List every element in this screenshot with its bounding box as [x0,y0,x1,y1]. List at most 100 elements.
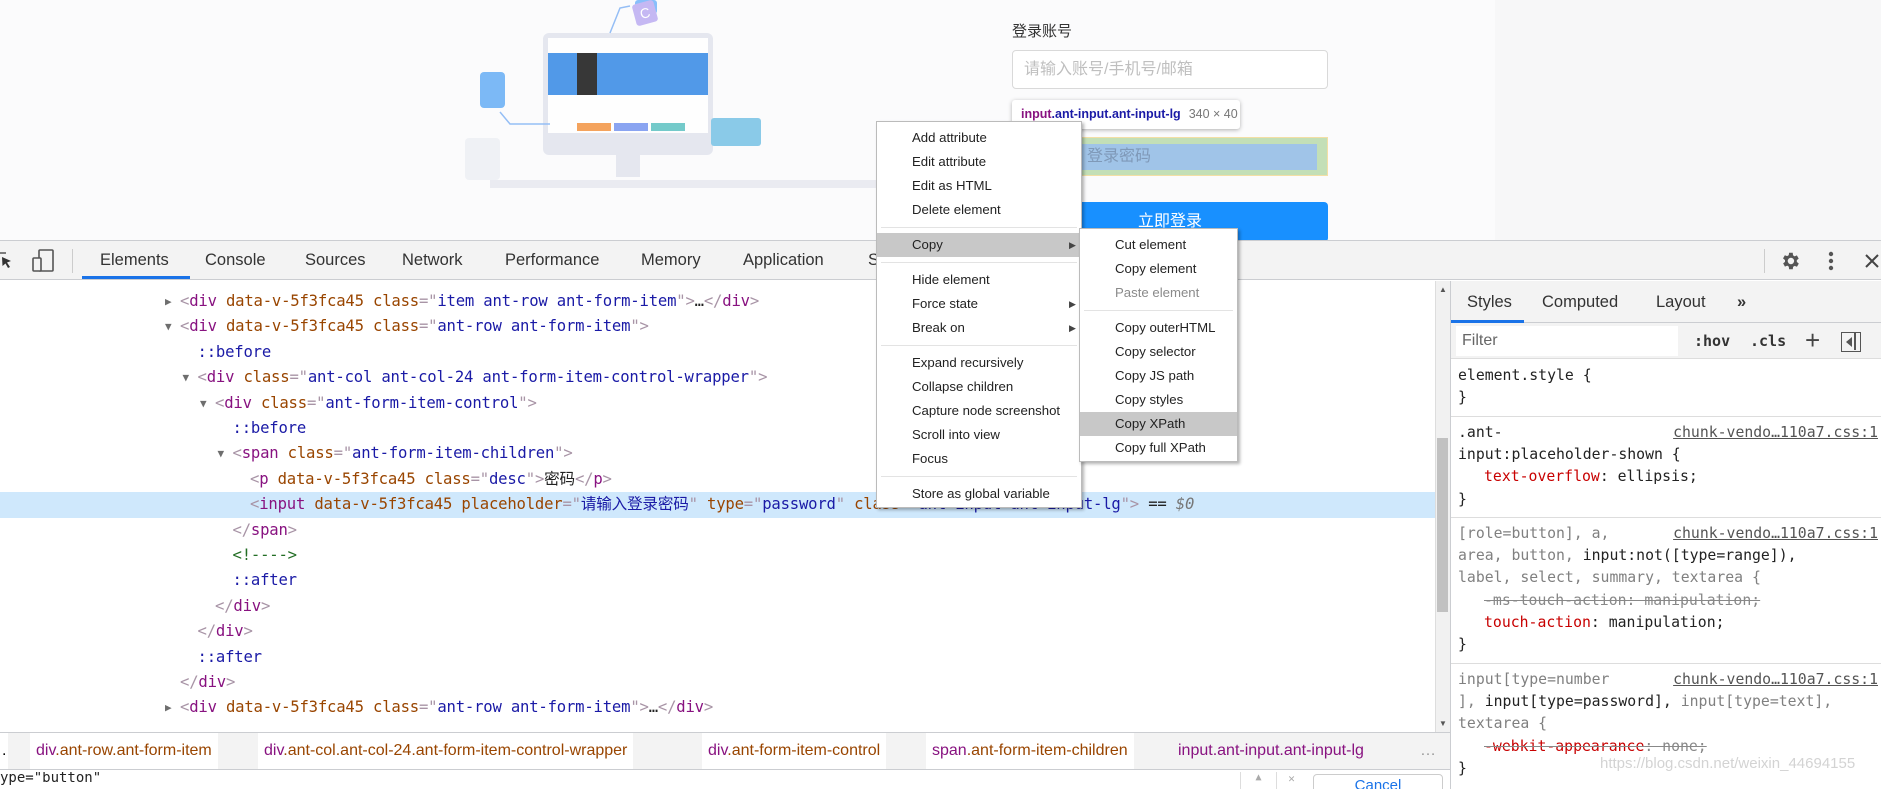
expand-triangle-down-icon[interactable]: ▼ [165,314,172,339]
style-declaration[interactable]: touch-action: manipulation; [1484,612,1881,634]
settings-gear-icon[interactable] [1779,250,1801,272]
scroll-down-arrow-icon[interactable]: ▼ [1439,719,1447,728]
search-cancel-button[interactable]: Cancel [1313,774,1443,789]
menu-item-delete-element[interactable]: Delete element [877,198,1081,222]
search-clear-icon[interactable]: ✕ [1276,772,1306,789]
menu-item-label: Hide element [912,272,990,287]
menu-item-add-attribute[interactable]: Add attribute [877,126,1081,150]
menu-item-label: Force state [912,296,978,311]
new-style-rule-icon[interactable]: + [1805,325,1820,355]
tab-sources[interactable]: Sources [305,241,366,280]
menu-item-cut-element[interactable]: Cut element [1080,233,1237,257]
style-text: } [1458,389,1467,407]
markup-token-txt [364,292,373,310]
account-input[interactable]: 请输入账号/手机号/邮箱 [1012,50,1328,89]
style-declaration[interactable]: -ms-touch-action: manipulation; [1484,590,1881,612]
menu-item-copy-outerhtml[interactable]: Copy outerHTML [1080,316,1237,340]
dom-node-row[interactable]: ▶ <div data-v-5f3fca45 class="ant-row ant… [0,695,1435,720]
stylesheet-source-link[interactable]: chunk-vendo…110a7.css:1 [1673,669,1878,691]
tab-performance[interactable]: Performance [505,241,599,280]
breadcrumb-item[interactable]: div.ant-row.ant-form-item [30,733,218,769]
menu-item-copy-selector[interactable]: Copy selector [1080,340,1237,364]
menu-item-copy-js-path[interactable]: Copy JS path [1080,364,1237,388]
device-toolbar-icon[interactable] [31,249,55,273]
menu-item-force-state[interactable]: Force state ▶ [877,292,1081,316]
menu-item-expand-recursively[interactable]: Expand recursively [877,351,1081,375]
styles-filter-input[interactable] [1456,326,1678,356]
tooltip-classes: .ant-input.ant-input-lg [1051,107,1181,121]
markup-token-p: =" [306,393,326,412]
menu-item-hide-element[interactable]: Hide element [877,268,1081,292]
inspect-element-icon[interactable] [0,250,16,272]
style-selector: .ant-chunk-vendo…110a7.css:1 [1458,422,1881,444]
dom-node-row[interactable]: ::after [0,645,1435,670]
breadcrumb-overflow-dot: . [0,733,9,769]
markup-token-p: > [225,673,236,691]
breadcrumb-item[interactable]: input.ant-input.ant-input-lg [1172,733,1370,769]
menu-item-edit-as-html[interactable]: Edit as HTML [877,174,1081,198]
class-toggle[interactable]: .cls [1750,323,1786,359]
tab-console[interactable]: Console [205,241,266,280]
search-prev-icon[interactable]: ▲ [1240,772,1276,789]
tab-application[interactable]: Application [743,241,824,280]
style-text: input:not([type=range]), [1582,547,1797,565]
toggle-sidebar-icon[interactable] [1841,332,1861,352]
menu-item-collapse-children[interactable]: Collapse children [877,375,1081,399]
hover-state-toggle[interactable]: :hov [1694,323,1730,359]
dom-node-row[interactable]: </div> [0,594,1435,619]
breadcrumb-item[interactable]: span.ant-form-item-children [926,733,1134,769]
scroll-up-arrow-icon[interactable]: ▲ [1439,285,1447,294]
dom-search-input[interactable]: ype="button" [0,772,101,786]
dom-node-row[interactable]: </span> [0,518,1435,543]
breadcrumb-classes: .ant-form-item-control [727,742,881,759]
menu-item-scroll-into-view[interactable]: Scroll into view [877,423,1081,447]
menu-item-copy-full-xpath[interactable]: Copy full XPath [1080,436,1237,460]
expand-triangle-down-icon[interactable]: ▼ [183,365,190,390]
dom-node-markup: </div> [215,594,270,619]
breadcrumb-tag: div [264,742,284,759]
stylesheet-source-link[interactable]: chunk-vendo…110a7.css:1 [1673,422,1878,444]
menu-item-copy-styles[interactable]: Copy styles [1080,388,1237,412]
tab-layout[interactable]: Layout [1656,281,1706,323]
tab-elements[interactable]: Elements [100,241,169,280]
menu-item-copy[interactable]: Copy ▶ [877,233,1081,257]
property-name: text-overflow [1484,468,1600,486]
collapse-triangle-right-icon[interactable]: ▶ [165,289,172,314]
tab-computed[interactable]: Computed [1542,281,1618,323]
expand-triangle-down-icon[interactable]: ▼ [218,441,225,466]
dom-node-row[interactable]: <p data-v-5f3fca45 class="desc">密码</p> [0,467,1435,492]
stylesheet-source-link[interactable]: chunk-vendo…110a7.css:1 [1673,523,1878,545]
tab-network[interactable]: Network [402,241,463,280]
dom-node-row[interactable]: </div> [0,670,1435,695]
dom-node-row[interactable]: <!----> [0,543,1435,568]
menu-item-copy-element[interactable]: Copy element [1080,257,1237,281]
menu-item-copy-xpath[interactable]: Copy XPath [1080,412,1237,436]
more-options-icon[interactable] [1826,250,1836,272]
markup-token-p: "> [525,469,545,488]
dom-node-row[interactable]: ::after [0,568,1435,593]
menu-item-break-on[interactable]: Break on ▶ [877,316,1081,340]
style-declaration[interactable]: text-overflow: ellipsis; [1484,466,1881,488]
menu-item-store-as-global-variable[interactable]: Store as global variable [877,482,1081,506]
dom-node-row[interactable]: </div> [0,619,1435,644]
breadcrumb-classes: .ant-row.ant-form-item [55,742,212,759]
close-devtools-icon[interactable] [1864,253,1880,269]
menu-item-label: Paste element [1115,285,1200,300]
markup-token-p: " [688,495,698,514]
markup-token-attr: placeholder [461,495,563,514]
breadcrumb-item[interactable]: div.ant-form-item-control [702,733,887,769]
more-tabs-icon[interactable]: » [1737,281,1746,323]
cube-tile-icon [480,72,505,108]
style-text: input[type=password], [1484,692,1681,710]
menu-item-edit-attribute[interactable]: Edit attribute [877,150,1081,174]
tab-memory[interactable]: Memory [641,241,701,280]
expand-triangle-down-icon[interactable]: ▼ [200,391,207,416]
menu-item-focus[interactable]: Focus [877,447,1081,471]
elements-scrollbar-thumb[interactable] [1437,438,1448,612]
tab-styles[interactable]: Styles [1467,281,1512,323]
dom-node-row[interactable]: <input data-v-5f3fca45 placeholder="请输入登… [0,492,1435,518]
breadcrumb-item[interactable]: div.ant-col.ant-col-24.ant-form-item-con… [258,733,634,769]
breadcrumb-more-icon[interactable]: … [1414,733,1442,769]
menu-item-capture-node-screenshot[interactable]: Capture node screenshot [877,399,1081,423]
collapse-triangle-right-icon[interactable]: ▶ [165,695,172,720]
